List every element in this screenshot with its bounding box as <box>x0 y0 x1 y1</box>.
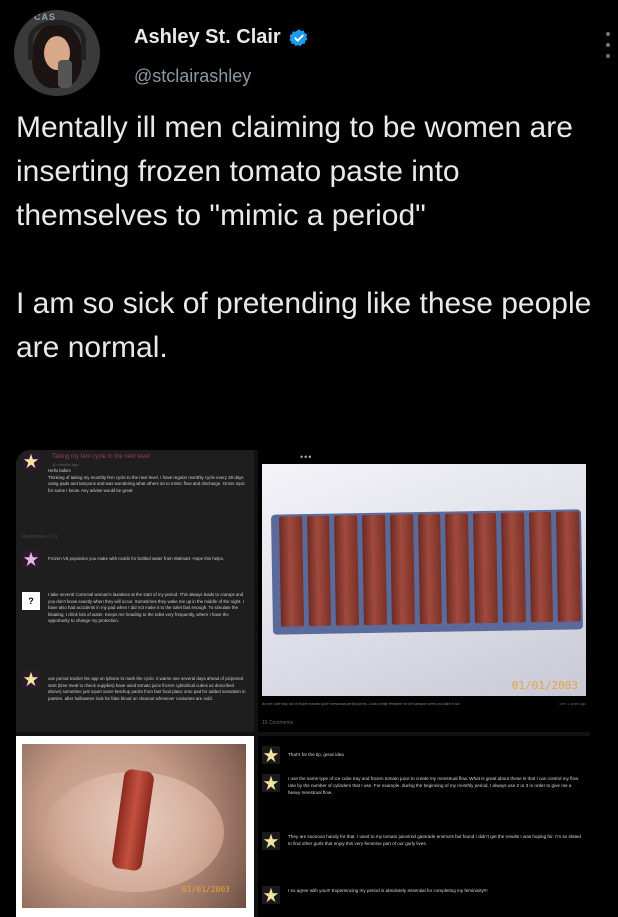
tweet-header: CAS Ashley St. Clair @stclairashley <box>14 10 618 100</box>
comment-text: I use the same type of ice cube tray and… <box>288 776 579 795</box>
verified-badge-icon <box>288 28 308 46</box>
more-options-icon[interactable] <box>604 32 612 58</box>
hand-photo: 01/01/2003 <box>22 744 246 908</box>
forum-post-title: Taking my fem cycle to the next level <box>52 454 150 460</box>
forum-reply: ? I take several Correctal woman's laxat… <box>22 592 248 662</box>
photo-caption: An ice cube tray full of frozen tomato j… <box>262 702 461 706</box>
media-ice-tray-photo[interactable]: ••• 01/01/2003 An ice cube tray full of … <box>258 450 590 732</box>
media-comments-screenshot[interactable]: That's for the tip, great idea I use the… <box>258 736 590 917</box>
avatar[interactable]: CAS <box>14 10 100 96</box>
comment-item: That's for the tip, great idea <box>262 746 582 770</box>
media-hand-photo[interactable]: 01/01/2003 <box>16 736 254 917</box>
forum-reply: use period tracker lite app on Iphone to… <box>22 670 248 730</box>
comment-item: I so agree with you!!! Experiencing my p… <box>262 886 582 914</box>
author-name-row: Ashley St. Clair <box>134 26 309 49</box>
forum-responses-header: Responses (13) <box>22 534 58 540</box>
microphone-icon <box>58 60 72 88</box>
author-handle[interactable]: @stclairashley <box>134 66 251 87</box>
tweet-media-grid[interactable]: Taking my fem cycle to the next level 10… <box>16 450 590 917</box>
headphones-icon <box>28 20 86 60</box>
star-avatar-icon <box>262 774 280 792</box>
photo-date-stamp: 01/01/2003 <box>511 679 578 692</box>
question-avatar-icon: ? <box>22 592 40 610</box>
forum-reply-text: use period tracker lite app on Iphone to… <box>48 676 246 701</box>
star-avatar-icon <box>262 886 280 904</box>
forum-reply-text: I take several Correctal woman's laxativ… <box>48 592 244 624</box>
photo-menu-dots: ••• <box>300 452 313 462</box>
forum-reply-text: Frozen V8 popsicles you make with molds … <box>48 556 225 561</box>
author-display-name[interactable]: Ashley St. Clair <box>134 26 281 49</box>
star-avatar-icon <box>22 670 40 688</box>
tweet-text: Mentally ill men claiming to be women ar… <box>16 111 592 364</box>
photo-caption-age: over 1 years ago <box>559 702 586 706</box>
ice-tray-photo: 01/01/2003 <box>262 464 586 696</box>
comment-text: That's for the tip, great idea <box>288 752 344 757</box>
comment-item: They are soooooo handy for that. I used … <box>262 832 582 876</box>
avatar-logo-text: CAS <box>34 12 57 22</box>
media-forum-screenshot[interactable]: Taking my fem cycle to the next level 10… <box>16 450 254 732</box>
forum-post-body: Hello ladies Thinking of taking my month… <box>48 468 245 493</box>
forum-post: Hello ladies Thinking of taking my month… <box>22 464 248 524</box>
star-avatar-icon <box>262 746 280 764</box>
comments-count-header: 15 Comments <box>262 720 294 726</box>
comment-text: They are soooooo handy for that. I used … <box>288 834 581 846</box>
frozen-cylinders <box>279 511 582 627</box>
star-avatar-icon <box>262 832 280 850</box>
star-avatar-icon <box>22 550 40 568</box>
photo-date-stamp: 01/01/2003 <box>181 885 230 894</box>
forum-reply: Frozen V8 popsicles you make with molds … <box>22 550 248 584</box>
comment-text: I so agree with you!!! Experiencing my p… <box>288 888 488 893</box>
comment-item: I use the same type of ice cube tray and… <box>262 774 582 824</box>
